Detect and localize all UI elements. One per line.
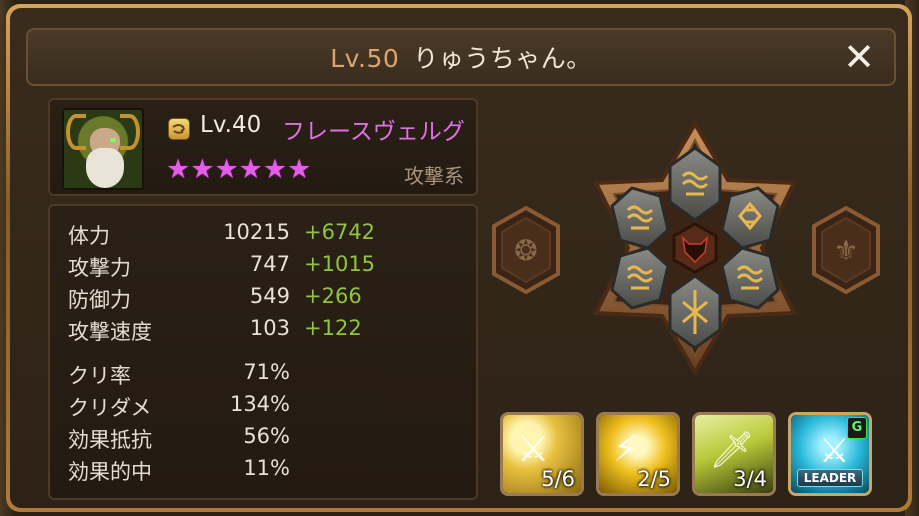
leader-skill[interactable]: ⚔ G LEADER — [788, 412, 872, 496]
star-icon: ★ — [166, 154, 191, 185]
stat-value: 10215 — [223, 220, 290, 244]
player-title: Lv.50 りゅうちゃん。 — [330, 39, 592, 75]
monster-type: 攻撃系 — [404, 164, 464, 188]
skill-2-level: 2/5 — [637, 467, 671, 491]
stat-row: 体力 10215 +6742 — [50, 220, 476, 250]
wind-element-icon — [168, 118, 190, 140]
stat-row: 効果抵抗 56% — [50, 424, 476, 454]
monster-summary-card: Lv.40 フレースヴェルグ ★ ★ ★ ★ ★ ★ 攻撃系 — [48, 98, 478, 196]
rune-slot-5[interactable] — [610, 246, 670, 310]
skill-1[interactable]: ⚔ 5/6 — [500, 412, 584, 496]
element-artifact-icon: ❂ — [514, 233, 538, 267]
stat-label: 体力 — [68, 224, 110, 248]
star-icon: ★ — [214, 154, 239, 185]
skill-3-level: 3/4 — [733, 467, 767, 491]
star-icon: ★ — [190, 154, 215, 185]
stat-bonus: +122 — [304, 316, 362, 340]
skill-3[interactable]: 🗡 3/4 — [692, 412, 776, 496]
artifact-slot-left[interactable]: ❂ — [492, 206, 560, 294]
stat-value: 549 — [249, 284, 290, 308]
rune-center — [672, 222, 718, 274]
stat-row: 攻撃力 747 +1015 — [50, 252, 476, 282]
star-icon: ★ — [238, 154, 263, 185]
stat-label: 防御力 — [68, 288, 131, 312]
monster-level: Lv.40 — [200, 112, 262, 138]
rune-slot-2[interactable] — [720, 186, 780, 250]
stat-value: 134% — [229, 392, 290, 416]
star-rating: ★ ★ ★ ★ ★ ★ — [166, 156, 311, 183]
monster-info-window: Lv.50 りゅうちゃん。 ✕ Lv.40 フレースヴェルグ ★ ★ ★ ★ ★ ★ 攻撃系… — [6, 4, 912, 512]
fleur-artifact-icon: ⚜ — [833, 233, 859, 267]
window-header: Lv.50 りゅうちゃん。 ✕ — [26, 28, 896, 86]
skill-1-level: 5/6 — [541, 467, 575, 491]
rune-slot-1[interactable] — [668, 146, 722, 222]
window-body: Lv.50 りゅうちゃん。 ✕ Lv.40 フレースヴェルグ ★ ★ ★ ★ ★ ★ 攻撃系… — [10, 8, 908, 508]
leader-label: LEADER — [797, 469, 863, 487]
skill-2-glyph: ⚡ — [613, 429, 639, 470]
stat-value: 71% — [243, 360, 290, 384]
star-icon: ★ — [287, 154, 312, 185]
rune-slot-4[interactable] — [668, 274, 722, 350]
stat-label: クリ率 — [68, 364, 131, 388]
star-icon: ★ — [262, 154, 288, 185]
player-level: Lv.50 — [330, 44, 400, 73]
skill-row: ⚔ 5/6 ⚡ 2/5 🗡 3/4 ⚔ G LEADER — [500, 412, 872, 496]
stat-label: クリダメ — [68, 396, 152, 420]
monster-portrait[interactable] — [62, 108, 144, 190]
stat-label: 効果抵抗 — [68, 428, 152, 452]
skill-1-glyph: ⚔ — [517, 429, 550, 470]
stat-row: クリ率 71% — [50, 360, 476, 390]
monster-name: フレースヴェルグ — [282, 119, 465, 145]
stat-label: 効果的中 — [68, 460, 152, 484]
portrait-eye — [110, 138, 116, 142]
leader-sword-glyph: ⚔ — [819, 431, 850, 471]
artifact-slot-right[interactable]: ⚜ — [812, 206, 880, 294]
rune-board — [592, 120, 798, 376]
stat-label: 攻撃力 — [68, 256, 131, 280]
stat-value: 747 — [249, 252, 290, 276]
stat-row: 効果的中 11% — [50, 456, 476, 486]
stat-value: 56% — [243, 424, 290, 448]
stat-bonus: +1015 — [304, 252, 376, 276]
skill-3-glyph: 🗡 — [709, 430, 755, 471]
stat-bonus: +6742 — [304, 220, 376, 244]
stats-panel: 体力 10215 +6742 攻撃力 747 +1015 防御力 549 +266 攻撃速度 103… — [48, 204, 478, 500]
player-name: りゅうちゃん。 — [413, 44, 592, 73]
stat-bonus: +266 — [304, 284, 362, 308]
stat-label: 攻撃速度 — [68, 320, 152, 344]
guild-badge: G — [847, 417, 867, 439]
stat-row: クリダメ 134% — [50, 392, 476, 422]
skill-2[interactable]: ⚡ 2/5 — [596, 412, 680, 496]
portrait-beard — [86, 148, 124, 188]
close-button[interactable]: ✕ — [838, 35, 880, 79]
stat-value: 103 — [249, 316, 290, 340]
stat-row: 攻撃速度 103 +122 — [50, 316, 476, 346]
horn-right — [120, 114, 140, 150]
stat-value: 11% — [243, 456, 290, 480]
rune-slot-3[interactable] — [720, 246, 780, 310]
horn-left — [66, 114, 86, 150]
stat-row: 防御力 549 +266 — [50, 284, 476, 314]
rune-slot-6[interactable] — [610, 186, 670, 250]
close-icon: ✕ — [843, 35, 875, 79]
